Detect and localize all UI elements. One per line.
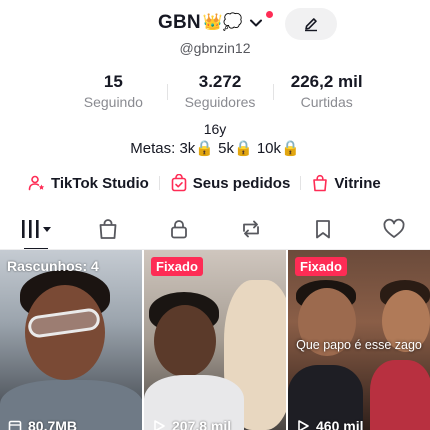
- video-meta: 80,7MB: [8, 418, 77, 430]
- shopping-bag-icon: [313, 174, 328, 192]
- profile-handle: @gbnzin12: [179, 40, 251, 56]
- heart-icon: [383, 218, 405, 238]
- pinned-badge: Fixado: [295, 257, 347, 276]
- seus-pedidos-link[interactable]: Seus pedidos: [170, 174, 291, 192]
- profile-header: GBN 👑💭: [0, 8, 430, 42]
- shop-bag-icon: [99, 219, 116, 239]
- video-grid: Rascunhos: 4 80,7MB Fixado 207,8 mil Fix…: [0, 250, 430, 430]
- tiktok-studio-link[interactable]: TikTok Studio: [28, 174, 149, 192]
- display-name: GBN: [158, 12, 201, 33]
- link-divider: [300, 176, 302, 190]
- video-meta: 207,8 mil: [152, 418, 231, 430]
- link-divider: [158, 176, 160, 190]
- vitrine-link[interactable]: Vitrine: [311, 174, 381, 192]
- person-star-icon: [28, 175, 45, 191]
- view-count: 207,8 mil: [172, 418, 232, 430]
- tab-private[interactable]: [143, 214, 215, 244]
- name-emojis: 👑💭: [202, 14, 243, 31]
- video-caption-overlay: Que papo é esse zago: [296, 338, 422, 352]
- chevron-down-icon: [249, 16, 263, 30]
- username-switcher[interactable]: GBN 👑💭: [158, 12, 263, 34]
- video-thumbnail-pinned-2[interactable]: Fixado Que papo é esse zago 460 mil: [288, 250, 430, 430]
- stat-likes[interactable]: 226,2 mil Curtidas: [273, 72, 380, 112]
- tab-favorites[interactable]: [287, 214, 359, 244]
- tab-reposts[interactable]: [215, 214, 287, 244]
- profile-links: TikTok Studio Seus pedidos Vitrine: [28, 172, 408, 194]
- tab-shop[interactable]: [72, 214, 144, 244]
- pencil-icon: [305, 18, 317, 32]
- stat-likes-label: Curtidas: [300, 94, 353, 110]
- stat-following-value: 15: [103, 72, 123, 91]
- stat-following-label: Seguindo: [83, 94, 143, 110]
- play-icon: [154, 420, 165, 430]
- order-bag-check-icon: [171, 174, 187, 192]
- video-meta: 460 mil: [296, 418, 363, 430]
- stat-followers-value: 3.272: [198, 72, 242, 91]
- seus-pedidos-label: Seus pedidos: [192, 174, 291, 192]
- thumbnail-figure: [370, 360, 430, 430]
- video-thumbnail-drafts[interactable]: Rascunhos: 4 80,7MB: [0, 250, 142, 430]
- drafts-icon: [8, 420, 22, 430]
- view-count: 460 mil: [316, 418, 364, 430]
- tab-videos[interactable]: [0, 214, 72, 250]
- tab-liked[interactable]: [358, 214, 430, 244]
- tiktok-studio-label: TikTok Studio: [51, 174, 149, 192]
- stat-followers[interactable]: 3.272 Seguidores: [166, 72, 274, 112]
- bookmark-icon: [315, 220, 330, 239]
- thumbnail-figure: [154, 305, 216, 377]
- profile-stats: 15 Seguindo 3.272 Seguidores 226,2 mil C…: [60, 72, 380, 112]
- stat-likes-value: 226,2 mil: [290, 72, 363, 91]
- stat-followers-label: Seguidores: [184, 94, 256, 110]
- repost-icon: [242, 220, 259, 238]
- bio-line-1: 16y: [203, 121, 227, 137]
- lock-icon: [171, 220, 188, 239]
- play-icon: [298, 420, 309, 430]
- profile-tabs: [0, 214, 430, 250]
- edit-profile-button[interactable]: [285, 8, 337, 40]
- stat-following[interactable]: 15 Seguindo: [60, 72, 167, 112]
- notification-dot: [266, 11, 273, 18]
- vitrine-label: Vitrine: [334, 174, 381, 192]
- video-thumbnail-pinned-1[interactable]: Fixado 207,8 mil: [144, 250, 286, 430]
- drafts-badge: Rascunhos: 4: [7, 258, 99, 274]
- videos-grid-icon: [21, 220, 51, 238]
- pinned-badge: Fixado: [151, 257, 203, 276]
- video-size: 80,7MB: [28, 418, 78, 430]
- bio-line-2: Metas: 3k🔒 5k🔒 10k🔒: [130, 140, 300, 157]
